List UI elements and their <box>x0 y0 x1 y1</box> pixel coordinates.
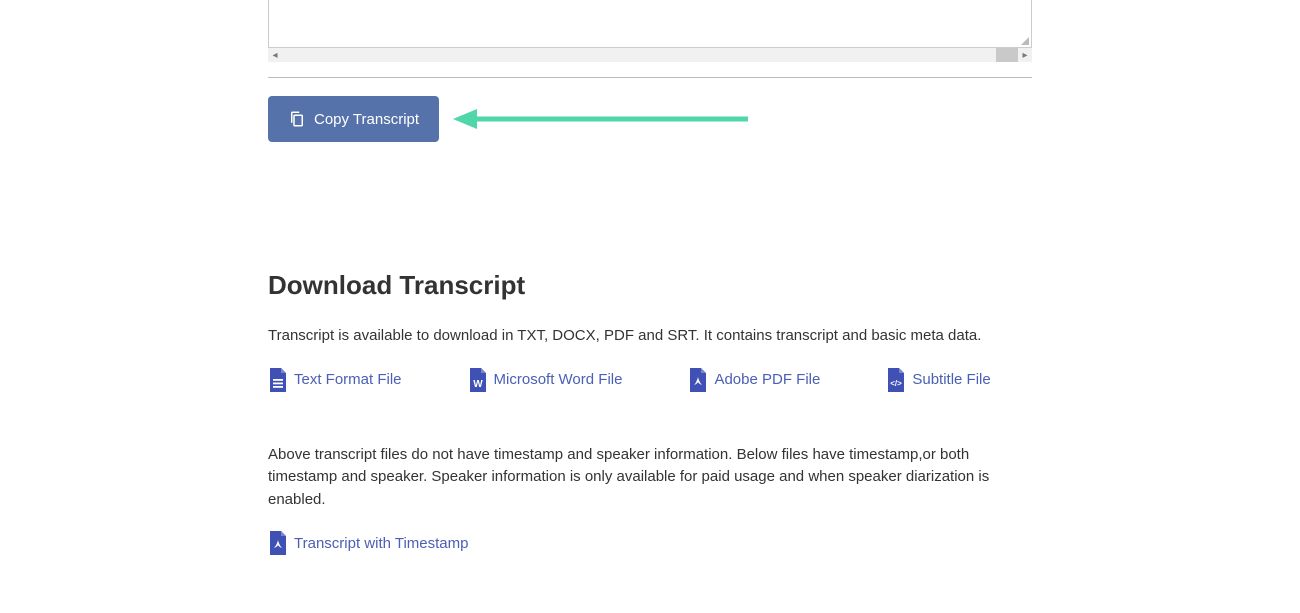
copy-transcript-label: Copy Transcript <box>314 111 419 128</box>
scroll-track[interactable] <box>282 48 1018 62</box>
download-pdf-link[interactable]: Adobe PDF File <box>688 368 820 392</box>
copy-icon <box>288 110 306 128</box>
scroll-right-arrow-icon[interactable]: ▸ <box>1018 48 1032 62</box>
download-srt-link[interactable]: </> Subtitle File <box>886 368 990 392</box>
scroll-left-arrow-icon[interactable]: ◂ <box>268 48 282 62</box>
copy-transcript-button[interactable]: Copy Transcript <box>268 96 439 142</box>
file-pdf-icon <box>688 368 708 392</box>
section-divider <box>268 77 1032 78</box>
download-timestamp-label: Transcript with Timestamp <box>294 535 469 552</box>
download-docx-link[interactable]: W Microsoft Word File <box>468 368 623 392</box>
download-srt-label: Subtitle File <box>912 371 990 388</box>
file-word-icon: W <box>468 368 488 392</box>
transcript-textarea[interactable] <box>268 0 1032 48</box>
download-heading: Download Transcript <box>268 270 1032 301</box>
svg-text:</>: </> <box>891 379 903 388</box>
download-intro-text: Transcript is available to download in T… <box>268 325 1032 348</box>
file-subtitle-icon: </> <box>886 368 906 392</box>
scroll-thumb[interactable] <box>996 48 1018 62</box>
download-docx-label: Microsoft Word File <box>494 371 623 388</box>
horizontal-scrollbar[interactable]: ◂ ▸ <box>268 48 1032 62</box>
download-txt-label: Text Format File <box>294 371 402 388</box>
download-txt-link[interactable]: Text Format File <box>268 368 402 392</box>
svg-text:W: W <box>473 379 483 390</box>
resize-handle-icon[interactable] <box>1019 35 1029 45</box>
file-pdf-icon <box>268 531 288 555</box>
download-timestamp-link[interactable]: Transcript with Timestamp <box>268 531 469 555</box>
annotation-arrow-icon <box>453 105 753 133</box>
file-text-icon <box>268 368 288 392</box>
download-note-text: Above transcript files do not have times… <box>268 444 1032 512</box>
download-pdf-label: Adobe PDF File <box>714 371 820 388</box>
